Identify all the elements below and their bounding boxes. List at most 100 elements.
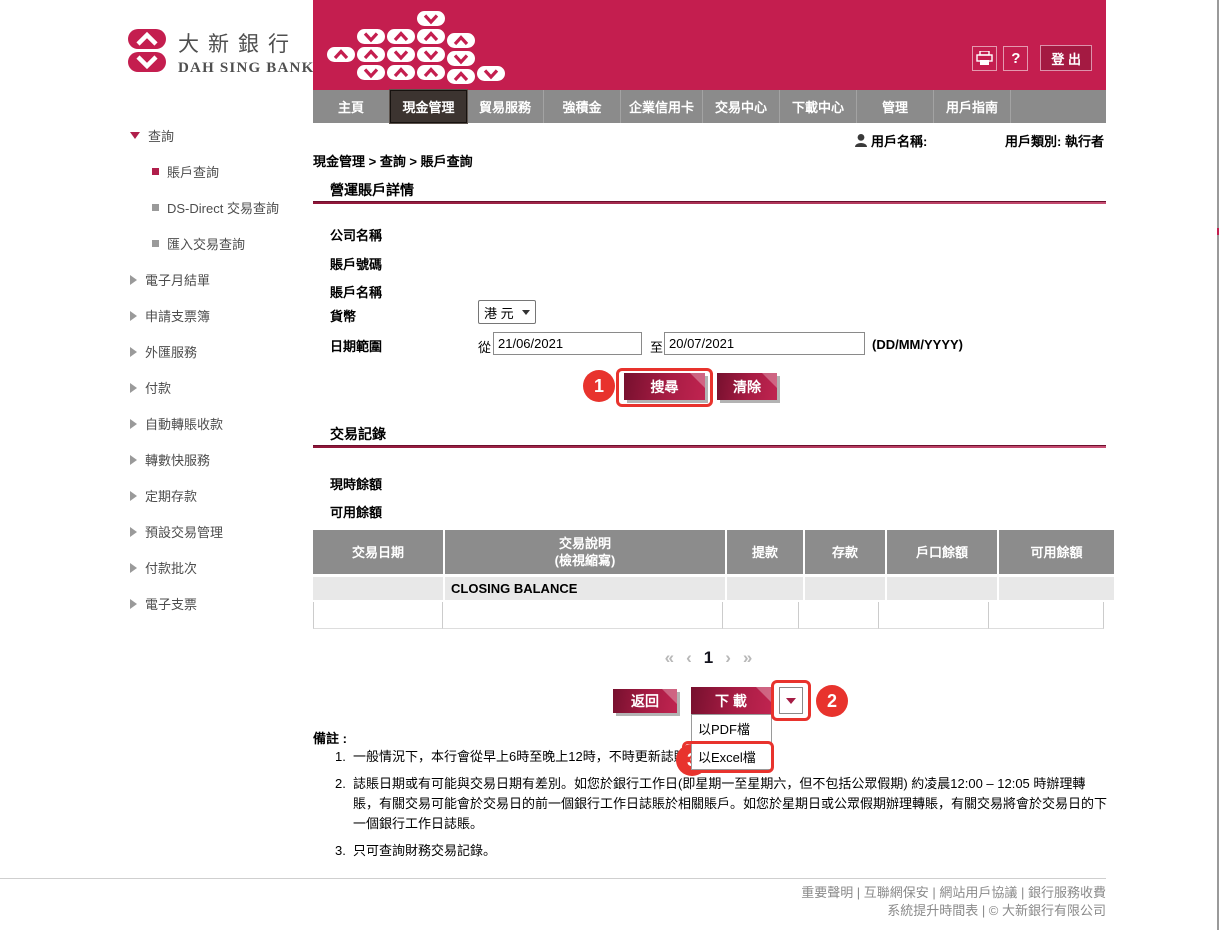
- sidebar-item-label: 外匯服務: [145, 342, 197, 361]
- footer-divider: [0, 878, 1106, 879]
- date-to-label: 至: [650, 337, 663, 356]
- account-name-label: 賬戶名稱: [330, 282, 382, 301]
- sidebar-item-label: 轉數快服務: [145, 450, 210, 469]
- date-range-label: 日期範圍: [330, 336, 382, 355]
- sidebar-item-enquiry[interactable]: 查詢: [130, 126, 310, 145]
- tab-trade-services[interactable]: 貿易服務: [467, 90, 544, 123]
- page-last-button[interactable]: »: [743, 648, 754, 667]
- tab-home[interactable]: 主頁: [313, 90, 390, 123]
- sidebar-item-chequebook[interactable]: 申請支票簿: [130, 306, 310, 325]
- notes-label: 備註 :: [313, 728, 347, 747]
- sidebar-item-label: 自動轉賬收款: [145, 414, 223, 433]
- note-text: 誌賬日期或有可能與交易日期有差別。如您於銀行工作日(即星期一至星期六，但不包括公…: [353, 774, 1107, 834]
- page-current: 1: [704, 648, 715, 667]
- cell-available: [999, 577, 1114, 600]
- bullet-square-icon: [152, 240, 159, 247]
- page-first-button[interactable]: «: [665, 648, 676, 667]
- help-button[interactable]: ?: [1003, 46, 1028, 71]
- sidebar-item-echeque[interactable]: 電子支票: [130, 594, 310, 613]
- banner-pattern-icon: [325, 8, 525, 88]
- date-format-hint: (DD/MM/YYYY): [872, 337, 963, 352]
- section-divider: [313, 201, 1106, 204]
- footer: 重要聲明 | 互聯網保安 | 網站用戶協議 | 銀行服務收費 系統提升時間表 |…: [801, 884, 1106, 920]
- chevron-right-icon: [130, 527, 137, 537]
- help-icon: ?: [1011, 50, 1020, 67]
- sidebar-item-dsdirect-enquiry[interactable]: DS-Direct 交易查詢: [152, 198, 310, 217]
- current-balance-label: 現時餘額: [330, 474, 382, 493]
- cell-balance: [887, 577, 997, 600]
- tab-admin[interactable]: 管理: [857, 90, 934, 123]
- currency-label: 貨幣: [330, 306, 356, 325]
- search-button[interactable]: 搜尋: [624, 373, 705, 400]
- sidebar-item-label: 申請支票簿: [145, 306, 210, 325]
- logout-button[interactable]: 登 出: [1040, 45, 1092, 71]
- menu-item-pdf[interactable]: 以PDF檔: [692, 715, 771, 742]
- sidebar-item-autopay[interactable]: 自動轉賬收款: [130, 414, 310, 433]
- chevron-down-icon: [130, 132, 140, 139]
- sidebar-item-label: 付款: [145, 378, 171, 397]
- sidebar-item-label: 電子支票: [145, 594, 197, 613]
- select-caret-icon: [522, 310, 530, 315]
- tab-corporate-card[interactable]: 企業信用卡: [621, 90, 703, 123]
- cell-deposit: [805, 577, 885, 600]
- footer-links-line2[interactable]: 系統提升時間表 | © 大新銀行有限公司: [801, 902, 1106, 920]
- sidebar-item-account-enquiry[interactable]: 賬戶查詢: [152, 162, 310, 181]
- col-header-withdrawal: 提款: [727, 530, 803, 574]
- page-next-button[interactable]: ›: [725, 648, 733, 667]
- pagination: « ‹ 1 › »: [313, 648, 1106, 668]
- sidebar-item-label: 匯入交易查詢: [167, 234, 245, 253]
- sidebar-item-label: 預設交易管理: [145, 522, 223, 541]
- currency-select[interactable]: 港 元: [478, 300, 536, 324]
- sidebar-item-payment[interactable]: 付款: [130, 378, 310, 397]
- cell-description: [443, 602, 723, 629]
- back-button[interactable]: 返回: [613, 689, 677, 713]
- cell-date: [313, 577, 443, 600]
- footer-links-line1[interactable]: 重要聲明 | 互聯網保安 | 網站用戶協議 | 銀行服務收費: [801, 884, 1106, 902]
- sidebar-item-fps[interactable]: 轉數快服務: [130, 450, 310, 469]
- transactions-table: 交易日期 交易說明 (檢視縮寫) 提款 存款 戶口餘額 可用餘額 CLOSING…: [313, 530, 1106, 629]
- cell-description: CLOSING BALANCE: [445, 577, 725, 600]
- cell-balance: [879, 602, 989, 629]
- sidebar-item-payment-batch[interactable]: 付款批次: [130, 558, 310, 577]
- breadcrumb[interactable]: 現金管理 > 查詢 > 賬戶查詢: [313, 151, 473, 170]
- page-prev-button[interactable]: ‹: [686, 648, 694, 667]
- date-to-input[interactable]: [664, 332, 865, 355]
- user-icon: [855, 134, 867, 147]
- sidebar-item-inward-enquiry[interactable]: 匯入交易查詢: [152, 234, 310, 253]
- sidebar-item-label: DS-Direct 交易查詢: [167, 198, 279, 217]
- download-button[interactable]: 下 載: [691, 687, 771, 714]
- tab-user-guide[interactable]: 用戶指南: [934, 90, 1011, 123]
- sidebar-item-estatement[interactable]: 電子月結單: [130, 270, 310, 289]
- sidebar-item-time-deposit[interactable]: 定期存款: [130, 486, 310, 505]
- clear-button[interactable]: 清除: [717, 373, 777, 400]
- chevron-right-icon: [130, 599, 137, 609]
- col-header-description-line2: (檢視縮寫): [555, 552, 616, 569]
- sidebar-item-label: 定期存款: [145, 486, 197, 505]
- tab-mpf[interactable]: 強積金: [544, 90, 621, 123]
- user-name-label: 用戶名稱:: [871, 131, 927, 150]
- col-header-available: 可用餘額: [999, 530, 1114, 574]
- scrollbar[interactable]: [1217, 0, 1219, 930]
- chevron-right-icon: [130, 311, 137, 321]
- tab-download-center[interactable]: 下載中心: [780, 90, 857, 123]
- menu-item-excel[interactable]: 以Excel檔: [692, 742, 771, 769]
- page: 大新銀行 DAH SING BANK: [0, 0, 1220, 930]
- date-from-input[interactable]: [493, 332, 642, 355]
- sidebar-item-fx[interactable]: 外匯服務: [130, 342, 310, 361]
- tab-trading-center[interactable]: 交易中心: [703, 90, 780, 123]
- note-number: 2.: [335, 774, 353, 834]
- available-balance-label: 可用餘額: [330, 502, 382, 521]
- print-button[interactable]: [972, 46, 997, 71]
- annotation-step-badge: 2: [816, 685, 848, 717]
- bullet-square-icon: [152, 204, 159, 211]
- cell-available: [989, 602, 1104, 629]
- cell-withdrawal: [727, 577, 803, 600]
- sidebar-item-preset-txn[interactable]: 預設交易管理: [130, 522, 310, 541]
- chevron-right-icon: [130, 455, 137, 465]
- col-header-deposit: 存款: [805, 530, 885, 574]
- tab-cash-management[interactable]: 現金管理: [390, 90, 467, 123]
- chevron-right-icon: [130, 491, 137, 501]
- sidebar-item-label: 賬戶查詢: [167, 162, 219, 181]
- chevron-right-icon: [130, 563, 137, 573]
- download-dropdown-button[interactable]: [779, 687, 803, 714]
